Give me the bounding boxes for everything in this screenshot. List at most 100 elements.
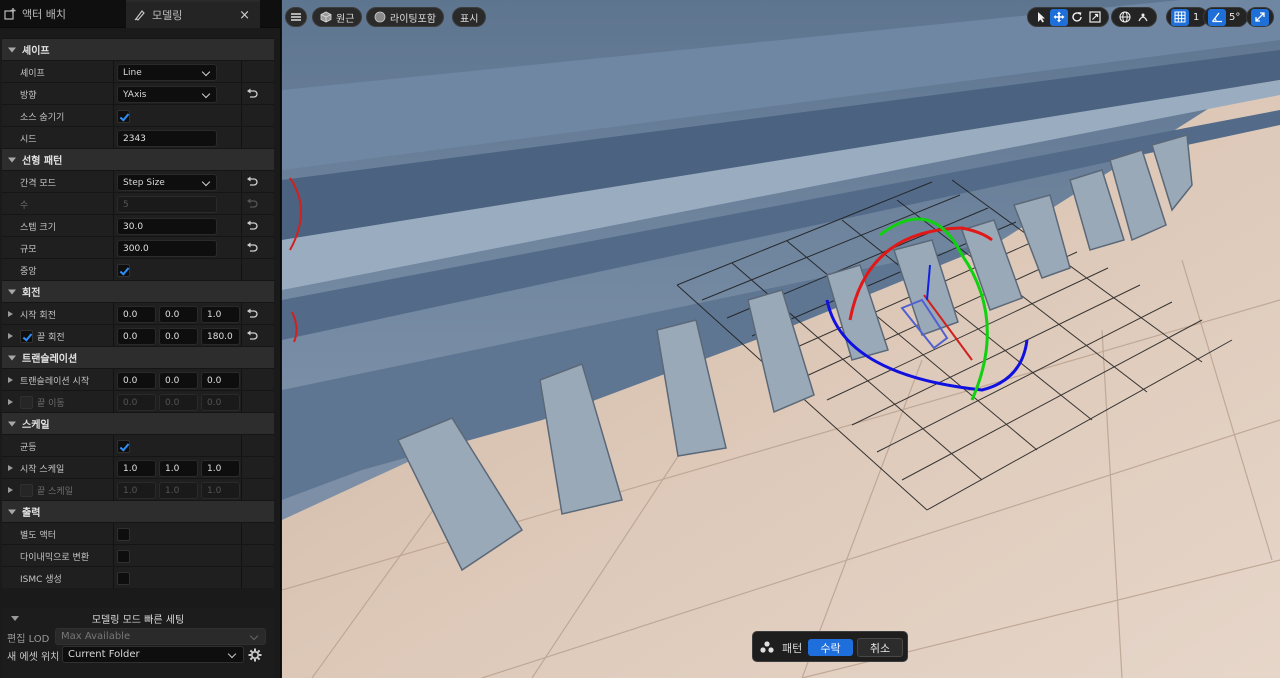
expand-arrow-icon[interactable] — [8, 311, 13, 317]
row-end-translation: 끝 이동 0.0 0.0 0.0 — [2, 390, 274, 413]
reset-to-default-icon[interactable] — [246, 220, 258, 232]
spacing-mode-dropdown[interactable]: Step Size — [117, 174, 217, 191]
edit-lod-dropdown[interactable]: Max Available — [55, 628, 266, 645]
scene-render — [282, 0, 1280, 678]
expand-arrow-icon[interactable] — [8, 399, 13, 405]
tool-accept-bar: 패턴 수락 취소 — [752, 631, 908, 662]
viewport-menu-button[interactable] — [285, 7, 307, 27]
scale-tool[interactable] — [1086, 9, 1104, 26]
tab-modeling[interactable]: 모델링 × — [126, 0, 260, 28]
seed-input[interactable]: 2343 — [117, 130, 217, 147]
accept-button[interactable]: 수락 — [808, 639, 853, 656]
rotation-snap-toggle[interactable] — [1208, 8, 1226, 26]
cancel-button[interactable]: 취소 — [857, 638, 903, 657]
start-scale-z[interactable]: 1.0 — [201, 460, 240, 477]
expand-arrow-icon[interactable] — [8, 377, 13, 383]
start-translation-x[interactable]: 0.0 — [117, 372, 156, 389]
row-step-size: 스텝 크기 30.0 — [2, 214, 274, 237]
section-translation[interactable]: 트랜슬레이션 — [2, 346, 274, 368]
grid-snap-toggle[interactable] — [1171, 8, 1189, 26]
hamburger-icon — [291, 13, 301, 21]
reset-to-default-icon[interactable] — [246, 330, 258, 342]
scale-snap-toggle[interactable] — [1251, 8, 1269, 26]
globe-icon — [1119, 11, 1131, 23]
step-size-input[interactable]: 30.0 — [117, 218, 217, 235]
end-translation-checkbox[interactable] — [20, 396, 33, 409]
reset-to-default-icon[interactable] — [246, 242, 258, 254]
section-scale[interactable]: 스케일 — [2, 412, 274, 434]
chevron-down-icon — [227, 649, 237, 659]
row-direction: 방향 YAxis — [2, 82, 274, 105]
end-rotation-z[interactable]: 180.0 — [201, 328, 240, 345]
start-rotation-y[interactable]: 0.0 — [159, 306, 198, 323]
shape-dropdown[interactable]: Line — [117, 64, 217, 81]
start-scale-y[interactable]: 1.0 — [159, 460, 198, 477]
collapse-arrow-icon — [8, 157, 16, 162]
create-ismc-label: ISMC 생성 — [20, 574, 62, 585]
surface-snap-button[interactable] — [1134, 9, 1152, 26]
expand-arrow-icon[interactable] — [8, 487, 13, 493]
select-tool[interactable] — [1032, 9, 1050, 26]
start-scale-x[interactable]: 1.0 — [117, 460, 156, 477]
perspective-button[interactable]: 원근 — [312, 7, 363, 27]
show-label: 표시 — [460, 13, 479, 25]
separate-actors-checkbox[interactable] — [117, 528, 130, 541]
new-asset-location-value: Current Folder — [68, 649, 140, 660]
section-rotation[interactable]: 회전 — [2, 280, 274, 302]
new-asset-location-dropdown[interactable]: Current Folder — [62, 646, 244, 663]
close-tab-button[interactable]: × — [239, 8, 250, 23]
uniform-checkbox[interactable] — [117, 440, 130, 453]
start-rotation-z[interactable]: 1.0 — [201, 306, 240, 323]
row-extent: 규모 300.0 — [2, 236, 274, 259]
gear-icon[interactable] — [248, 648, 262, 662]
move-icon — [1053, 11, 1065, 23]
convert-dynamic-checkbox[interactable] — [117, 550, 130, 563]
reset-to-default-icon[interactable] — [246, 176, 258, 188]
rotation-snap-value[interactable]: 5° — [1226, 12, 1243, 23]
centered-checkbox[interactable] — [117, 264, 130, 277]
start-rotation-x[interactable]: 0.0 — [117, 306, 156, 323]
direction-dropdown[interactable]: YAxis — [117, 86, 217, 103]
expand-arrow-icon[interactable] — [8, 333, 13, 339]
section-shape[interactable]: 셰이프 — [2, 38, 274, 60]
tab-place-actors[interactable]: 액터 배치 — [0, 0, 126, 28]
end-rotation-x[interactable]: 0.0 — [117, 328, 156, 345]
level-viewport[interactable]: 원근 라이팅포함 표시 1 5° 패턴 수락 취소 — [282, 0, 1280, 678]
angle-icon — [1211, 12, 1222, 23]
seed-label: 시드 — [20, 134, 37, 145]
create-ismc-checkbox[interactable] — [117, 572, 130, 585]
row-convert-dynamic: 다이내믹으로 변환 — [2, 544, 274, 567]
show-button[interactable]: 표시 — [452, 7, 487, 27]
scale-icon — [1089, 11, 1101, 23]
translate-tool[interactable] — [1050, 8, 1068, 26]
section-shape-title: 셰이프 — [22, 46, 50, 57]
end-translation-y: 0.0 — [159, 394, 198, 411]
end-scale-checkbox[interactable] — [20, 484, 33, 497]
world-space-button[interactable] — [1116, 9, 1134, 26]
rotate-tool[interactable] — [1068, 9, 1086, 26]
extent-input[interactable]: 300.0 — [117, 240, 217, 257]
expand-arrow-icon[interactable] — [8, 465, 13, 471]
scale-snap-icon — [1255, 12, 1265, 22]
hide-source-checkbox[interactable] — [117, 110, 130, 123]
end-rotation-checkbox[interactable] — [20, 330, 33, 343]
hide-source-label: 소스 숨기기 — [20, 112, 65, 123]
section-output[interactable]: 출력 — [2, 500, 274, 522]
chevron-down-icon — [201, 67, 211, 77]
section-translation-title: 트랜슬레이션 — [22, 354, 78, 365]
reset-to-default-icon[interactable] — [246, 88, 258, 100]
end-rotation-y[interactable]: 0.0 — [159, 328, 198, 345]
section-linear-title: 선형 패턴 — [22, 156, 63, 167]
edit-lod-label: 편집 LOD — [7, 634, 50, 645]
section-linear-pattern[interactable]: 선형 패턴 — [2, 148, 274, 170]
collapse-arrow-icon — [8, 355, 16, 360]
reset-to-default-icon — [247, 198, 258, 208]
lit-mode-button[interactable]: 라이팅포함 — [366, 7, 444, 27]
row-seed: 시드 2343 — [2, 126, 274, 149]
grid-snap-value[interactable]: 1 — [1189, 12, 1203, 23]
collapse-arrow-icon — [8, 289, 16, 294]
reset-to-default-icon[interactable] — [246, 308, 258, 320]
start-translation-y[interactable]: 0.0 — [159, 372, 198, 389]
start-translation-z[interactable]: 0.0 — [201, 372, 240, 389]
section-output-title: 출력 — [22, 508, 41, 519]
